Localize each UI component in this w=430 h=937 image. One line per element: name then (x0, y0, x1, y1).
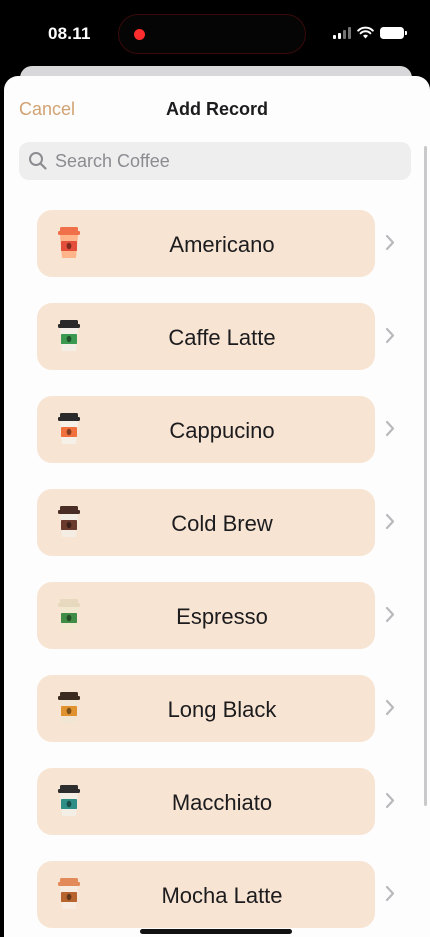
chevron-right-icon (385, 234, 395, 251)
coffee-name: Espresso (176, 604, 268, 629)
home-indicator[interactable] (140, 929, 292, 934)
coffee-name: Caffe Latte (168, 325, 276, 350)
recording-indicator-icon (134, 29, 145, 40)
coffee-item-cappucino[interactable]: Cappucino (37, 396, 409, 463)
page-title: Add Record (165, 99, 268, 119)
cellular-signal-icon (333, 26, 351, 39)
coffee-item-macchiato[interactable]: Macchiato (37, 768, 409, 835)
coffee-name: Macchiato (171, 790, 273, 815)
chevron-right-icon (385, 792, 395, 809)
chevron-right-icon (385, 885, 395, 902)
coffee-item-espresso[interactable]: Espresso (37, 582, 409, 649)
search-input[interactable] (55, 150, 385, 172)
coffee-item-americano[interactable]: Americano (37, 210, 409, 277)
coffee-name: Cold Brew (171, 511, 273, 536)
coffee-item-cold-brew[interactable]: Cold Brew (37, 489, 409, 556)
chevron-right-icon (385, 513, 395, 530)
coffee-name: Long Black (167, 697, 277, 722)
search-bar[interactable] (19, 142, 411, 180)
status-icons (333, 26, 407, 39)
chevron-right-icon (385, 606, 395, 623)
search-icon (29, 152, 47, 170)
battery-icon (380, 26, 407, 39)
status-time: 08.11 (48, 24, 91, 43)
status-bar: 08.11 (0, 0, 430, 70)
navigation-bar: Cancel Add Record (4, 76, 430, 142)
chevron-right-icon (385, 327, 395, 344)
coffee-item-caffe-latte[interactable]: Caffe Latte (37, 303, 409, 370)
scroll-indicator[interactable] (424, 146, 427, 806)
wifi-icon (357, 26, 374, 39)
dynamic-island (118, 14, 306, 54)
coffee-list: Americano Caffe Latte Cappucino Cold Bre… (37, 210, 409, 937)
coffee-item-mocha-latte[interactable]: Mocha Latte (37, 861, 409, 928)
coffee-name: Mocha Latte (161, 883, 283, 908)
coffee-item-long-black[interactable]: Long Black (37, 675, 409, 742)
coffee-name: Americano (169, 232, 275, 257)
chevron-right-icon (385, 420, 395, 437)
add-record-sheet: Cancel Add Record Americano (4, 76, 430, 937)
chevron-right-icon (385, 699, 395, 716)
coffee-name: Cappucino (169, 418, 275, 443)
